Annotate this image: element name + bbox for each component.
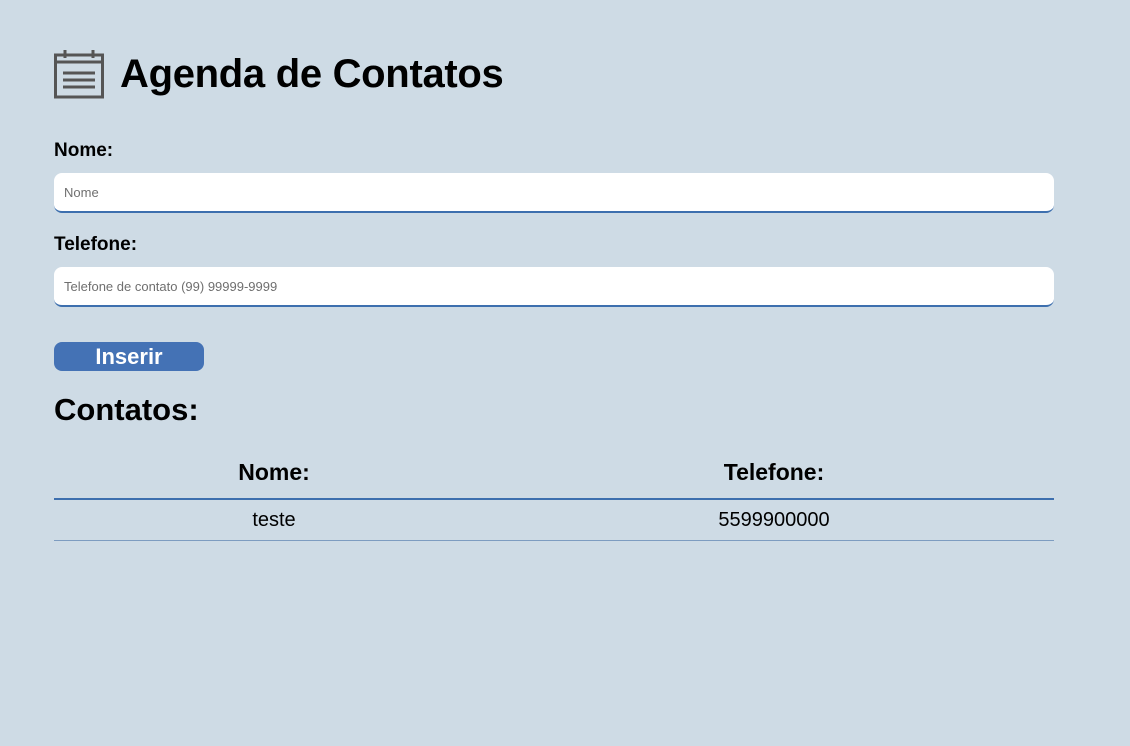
column-header-name: Nome: bbox=[54, 446, 494, 500]
page-header: Agenda de Contatos bbox=[54, 49, 504, 99]
page-title: Agenda de Contatos bbox=[120, 52, 504, 96]
phone-label: Telefone: bbox=[54, 234, 138, 255]
column-header-phone: Telefone: bbox=[494, 446, 1054, 500]
contacts-table: Nome: Telefone: teste 5599900000 bbox=[54, 446, 1054, 541]
insert-button[interactable]: Inserir bbox=[54, 342, 204, 371]
name-input[interactable] bbox=[54, 173, 1054, 213]
table-row: teste 5599900000 bbox=[54, 499, 1054, 541]
calendar-icon bbox=[54, 50, 104, 99]
name-label: Nome: bbox=[54, 140, 114, 161]
contacts-title: Contatos: bbox=[54, 392, 199, 427]
contact-phone-cell: 5599900000 bbox=[494, 499, 1054, 541]
contact-name-cell: teste bbox=[54, 499, 494, 541]
phone-input[interactable] bbox=[54, 267, 1054, 307]
page: Agenda de Contatos Nome: Telefone: Inser… bbox=[0, 0, 1130, 746]
table-header-row: Nome: Telefone: bbox=[54, 446, 1054, 500]
